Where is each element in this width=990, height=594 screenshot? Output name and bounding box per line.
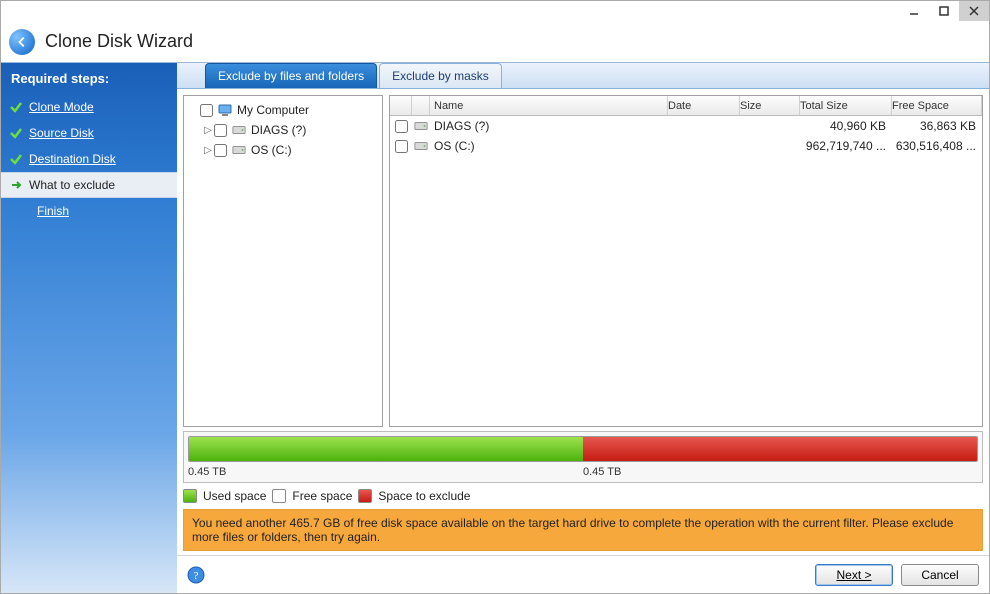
- tab-exclude-masks[interactable]: Exclude by masks: [379, 63, 502, 88]
- row-checkbox[interactable]: [395, 120, 408, 133]
- title-bar: Clone Disk Wizard: [1, 21, 989, 63]
- tabs: Exclude by files and folders Exclude by …: [177, 63, 989, 89]
- help-icon[interactable]: ?: [187, 566, 205, 584]
- content: Exclude by files and folders Exclude by …: [177, 63, 989, 593]
- tree-checkbox[interactable]: [214, 124, 227, 137]
- back-button[interactable]: [9, 29, 35, 55]
- bar-track: [188, 436, 978, 462]
- legend-free: Free space: [292, 489, 352, 503]
- maximize-button[interactable]: [929, 1, 959, 21]
- minimize-button[interactable]: [899, 1, 929, 21]
- tab-label: Exclude by files and folders: [218, 69, 364, 83]
- space-bar: 0.45 TB 0.45 TB: [183, 431, 983, 483]
- list-row[interactable]: DIAGS (?) 40,960 KB 36,863 KB: [390, 116, 982, 136]
- wizard-window: Clone Disk Wizard Required steps: Clone …: [0, 0, 990, 594]
- check-icon: [9, 126, 23, 140]
- footer: ? Next > Cancel: [177, 555, 989, 593]
- bar-exclude: [583, 437, 977, 461]
- main: Required steps: Clone Mode Source Disk D…: [1, 63, 989, 593]
- tree-checkbox[interactable]: [214, 144, 227, 157]
- expand-icon[interactable]: ▷: [202, 125, 214, 136]
- step-label: What to exclude: [29, 178, 115, 192]
- cell-free: 630,516,408 ...: [892, 139, 982, 153]
- legend-used: Used space: [203, 489, 266, 503]
- drive-icon: [412, 119, 430, 133]
- tab-label: Exclude by masks: [392, 69, 489, 83]
- sidebar: Required steps: Clone Mode Source Disk D…: [1, 63, 177, 593]
- close-button[interactable]: [959, 1, 989, 21]
- step-label: Source Disk: [29, 126, 94, 140]
- legend-exclude: Space to exclude: [378, 489, 470, 503]
- folder-tree[interactable]: My Computer ▷ DIAGS (?) ▷ OS (C:: [183, 95, 383, 427]
- step-label: Clone Mode: [29, 100, 94, 114]
- window-controls: [1, 1, 989, 21]
- swatch-exclude-icon: [358, 489, 372, 503]
- next-label: Next >: [836, 568, 871, 582]
- bar-used: [189, 437, 583, 461]
- svg-text:?: ?: [194, 570, 199, 582]
- cancel-button[interactable]: Cancel: [901, 564, 979, 586]
- row-checkbox[interactable]: [395, 140, 408, 153]
- tree-item-label: OS (C:): [251, 143, 292, 157]
- next-button[interactable]: Next >: [815, 564, 893, 586]
- cancel-label: Cancel: [921, 568, 958, 582]
- tree-root-checkbox[interactable]: [200, 104, 213, 117]
- swatch-used-icon: [183, 489, 197, 503]
- step-clone-mode[interactable]: Clone Mode: [1, 94, 177, 120]
- cell-total: 40,960 KB: [800, 119, 892, 133]
- list-header: Name Date Size Total Size Free Space: [390, 96, 982, 116]
- step-what-to-exclude[interactable]: What to exclude: [1, 172, 177, 198]
- col-free[interactable]: Free Space: [892, 96, 982, 115]
- check-icon: [9, 100, 23, 114]
- file-list: Name Date Size Total Size Free Space DIA…: [389, 95, 983, 427]
- tree-row[interactable]: ▷ DIAGS (?): [188, 120, 378, 140]
- list-body[interactable]: DIAGS (?) 40,960 KB 36,863 KB OS (C:): [390, 116, 982, 426]
- step-source-disk[interactable]: Source Disk: [1, 120, 177, 146]
- drive-icon: [412, 139, 430, 153]
- swatch-free-icon: [272, 489, 286, 503]
- list-row[interactable]: OS (C:) 962,719,740 ... 630,516,408 ...: [390, 136, 982, 156]
- cell-name: DIAGS (?): [430, 119, 668, 133]
- step-label: Destination Disk: [29, 152, 116, 166]
- step-label: Finish: [37, 204, 69, 218]
- wizard-title: Clone Disk Wizard: [45, 31, 193, 52]
- col-date[interactable]: Date: [668, 96, 740, 115]
- tree-root-label: My Computer: [237, 103, 309, 117]
- expand-icon[interactable]: ▷: [202, 145, 214, 156]
- legend: Used space Free space Space to exclude: [177, 483, 989, 509]
- drive-icon: [231, 142, 247, 158]
- tree-item-label: DIAGS (?): [251, 123, 306, 137]
- cell-total: 962,719,740 ...: [800, 139, 892, 153]
- panes: My Computer ▷ DIAGS (?) ▷ OS (C:: [177, 89, 989, 429]
- sidebar-header: Required steps:: [1, 63, 177, 94]
- step-destination-disk[interactable]: Destination Disk: [1, 146, 177, 172]
- computer-icon: [217, 102, 233, 118]
- cell-name: OS (C:): [430, 139, 668, 153]
- step-finish[interactable]: Finish: [1, 198, 177, 224]
- tab-exclude-files-folders[interactable]: Exclude by files and folders: [205, 63, 377, 88]
- arrow-right-icon: [9, 178, 23, 192]
- bar-used-label: 0.45 TB: [188, 466, 583, 478]
- tree-row[interactable]: ▷ OS (C:): [188, 140, 378, 160]
- col-name[interactable]: Name: [430, 96, 668, 115]
- drive-icon: [231, 122, 247, 138]
- check-icon: [9, 152, 23, 166]
- bar-exclude-label: 0.45 TB: [583, 466, 621, 478]
- col-size[interactable]: Size: [740, 96, 800, 115]
- tree-root-row[interactable]: My Computer: [188, 100, 378, 120]
- cell-free: 36,863 KB: [892, 119, 982, 133]
- col-total[interactable]: Total Size: [800, 96, 892, 115]
- warning-banner: You need another 465.7 GB of free disk s…: [183, 509, 983, 551]
